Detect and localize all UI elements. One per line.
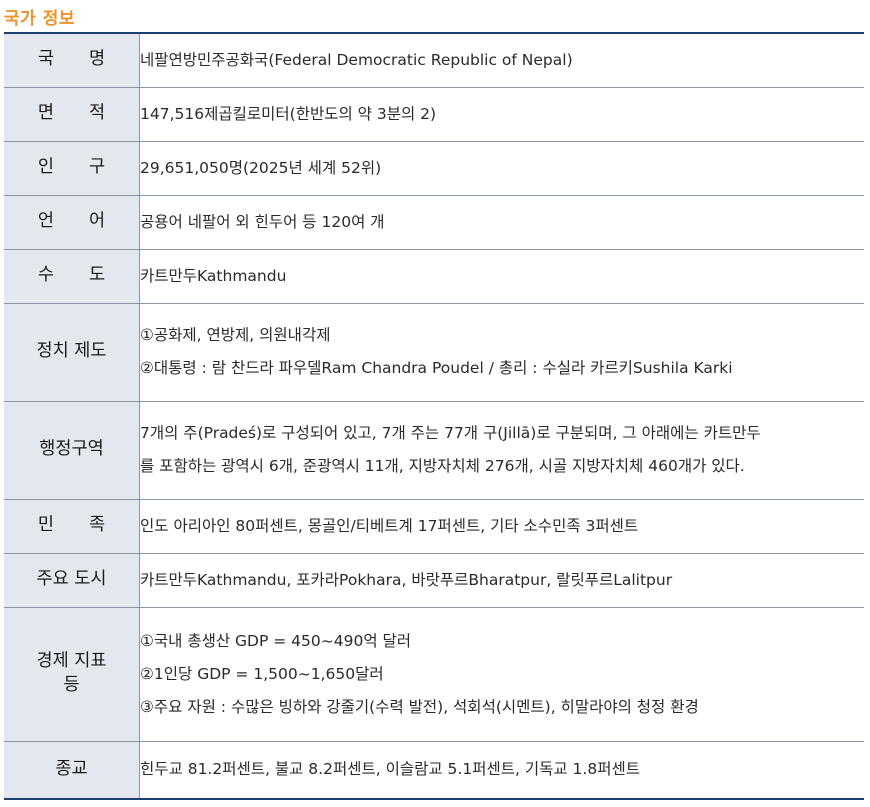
row-label-text: 종교 bbox=[55, 758, 88, 779]
row-label: 면적 bbox=[4, 86, 141, 141]
row-value-line: ②대통령 : 람 찬드라 파우델Ram Chandra Poudel / 총리 … bbox=[140, 359, 733, 377]
row-value: 카트만두Kathmandu, 포카라Pokhara, 바랏푸르Bharatpur… bbox=[139, 552, 864, 607]
row-label: 민족 bbox=[4, 498, 141, 553]
row-value: 147,516제곱킬로미터(한반도의 약 3분의 2) bbox=[139, 86, 864, 141]
row-label: 종교 bbox=[4, 740, 140, 799]
table-row: 행정구역 7개의 주(Pradeś)로 구성되어 있고, 7개 주는 77개 구… bbox=[4, 400, 864, 499]
row-value-line: 공용어 네팔어 외 힌두어 등 120여 개 bbox=[140, 212, 385, 231]
row-label: 언어 bbox=[4, 194, 141, 249]
row-label-text: 언어 bbox=[37, 211, 141, 232]
row-value-line: ③주요 자원 : 수많은 빙하와 강줄기(수력 발전), 석회석(시멘트), 히… bbox=[140, 697, 699, 716]
row-label-text: 주요 도시 bbox=[36, 569, 107, 590]
table-row: 언어 공용어 네팔어 외 힌두어 등 120여 개 bbox=[4, 194, 864, 249]
row-label: 국명 bbox=[4, 33, 140, 87]
row-label-text: 경제 지표 bbox=[36, 651, 107, 672]
country-info-table: 국명 네팔연방민주공화국(Federal Democratic Republic… bbox=[4, 32, 864, 800]
row-value: 공용어 네팔어 외 힌두어 등 120여 개 bbox=[139, 194, 864, 249]
row-value-line: 네팔연방민주공화국(Federal Democratic Republic of… bbox=[140, 50, 573, 69]
row-value: ①공화제, 연방제, 의원내각제 ②대통령 : 람 찬드라 파우델Ram Cha… bbox=[139, 302, 864, 401]
row-label-text: 국명 bbox=[37, 49, 141, 70]
row-value: 29,651,050명(2025년 세계 52위) bbox=[139, 140, 864, 195]
table-row: 국명 네팔연방민주공화국(Federal Democratic Republic… bbox=[4, 33, 864, 87]
row-label-text: 정치 제도 bbox=[36, 341, 107, 362]
row-value: 7개의 주(Pradeś)로 구성되어 있고, 7개 주는 77개 구(Jill… bbox=[139, 400, 864, 499]
table-row: 수도 카트만두Kathmandu bbox=[4, 248, 864, 303]
table-row: 종교 힌두교 81.2퍼센트, 불교 8.2퍼센트, 이슬람교 5.1퍼센트, … bbox=[4, 740, 864, 799]
row-value: 카트만두Kathmandu bbox=[139, 248, 864, 303]
row-label-text: 면적 bbox=[37, 103, 141, 124]
row-value-line: 를 포함하는 광역시 6개, 준광역시 11개, 지방자치체 276개, 시골 … bbox=[140, 457, 745, 475]
row-label-text: 행정구역 bbox=[39, 439, 104, 460]
row-label: 수도 bbox=[4, 248, 141, 303]
row-value-line: 카트만두Kathmandu bbox=[140, 266, 287, 285]
row-label-text: 민족 bbox=[37, 515, 141, 536]
table-row: 인구 29,651,050명(2025년 세계 52위) bbox=[4, 140, 864, 195]
row-value-line: 카트만두Kathmandu, 포카라Pokhara, 바랏푸르Bharatpur… bbox=[140, 570, 673, 589]
row-label: 인구 bbox=[4, 140, 141, 195]
row-label-text: 인구 bbox=[37, 157, 141, 178]
row-value-line: ①공화제, 연방제, 의원내각제 bbox=[140, 326, 331, 344]
row-label: 경제 지표 등 bbox=[4, 606, 140, 741]
row-value: 인도 아리아인 80퍼센트, 몽골인/티베트계 17퍼센트, 기타 소수민족 3… bbox=[139, 498, 864, 553]
table-row: 주요 도시 카트만두Kathmandu, 포카라Pokhara, 바랏푸르Bha… bbox=[4, 552, 864, 607]
row-value-line: 29,651,050명(2025년 세계 52위) bbox=[140, 158, 382, 177]
table-row: 민족 인도 아리아인 80퍼센트, 몽골인/티베트계 17퍼센트, 기타 소수민… bbox=[4, 498, 864, 553]
row-value-line: 7개의 주(Pradeś)로 구성되어 있고, 7개 주는 77개 구(Jill… bbox=[140, 424, 761, 442]
row-label-text: 등 bbox=[63, 675, 80, 695]
table-row: 정치 제도 ①공화제, 연방제, 의원내각제 ②대통령 : 람 찬드라 파우델R… bbox=[4, 302, 864, 401]
row-label: 주요 도시 bbox=[4, 552, 140, 607]
row-label: 행정구역 bbox=[4, 400, 140, 499]
row-value-line: 힌두교 81.2퍼센트, 불교 8.2퍼센트, 이슬람교 5.1퍼센트, 기독교… bbox=[140, 760, 640, 779]
row-value: 힌두교 81.2퍼센트, 불교 8.2퍼센트, 이슬람교 5.1퍼센트, 기독교… bbox=[139, 740, 864, 799]
row-value-line: 147,516제곱킬로미터(한반도의 약 3분의 2) bbox=[140, 104, 437, 123]
row-value-line: ②1인당 GDP = 1,500~1,650달러 bbox=[140, 664, 384, 683]
row-value-line: ①국내 총생산 GDP = 450~490억 달러 bbox=[140, 631, 412, 650]
table-row: 면적 147,516제곱킬로미터(한반도의 약 3분의 2) bbox=[4, 86, 864, 141]
table-row: 경제 지표 등 ①국내 총생산 GDP = 450~490억 달러 ②1인당 G… bbox=[4, 606, 864, 741]
row-label-text: 수도 bbox=[37, 265, 141, 286]
row-value: 네팔연방민주공화국(Federal Democratic Republic of… bbox=[140, 33, 865, 87]
section-title: 국가 정보 bbox=[4, 9, 75, 29]
row-value: ①국내 총생산 GDP = 450~490억 달러 ②1인당 GDP = 1,5… bbox=[139, 606, 864, 741]
row-value-line: 인도 아리아인 80퍼센트, 몽골인/티베트계 17퍼센트, 기타 소수민족 3… bbox=[140, 516, 639, 535]
row-label: 정치 제도 bbox=[4, 302, 140, 401]
